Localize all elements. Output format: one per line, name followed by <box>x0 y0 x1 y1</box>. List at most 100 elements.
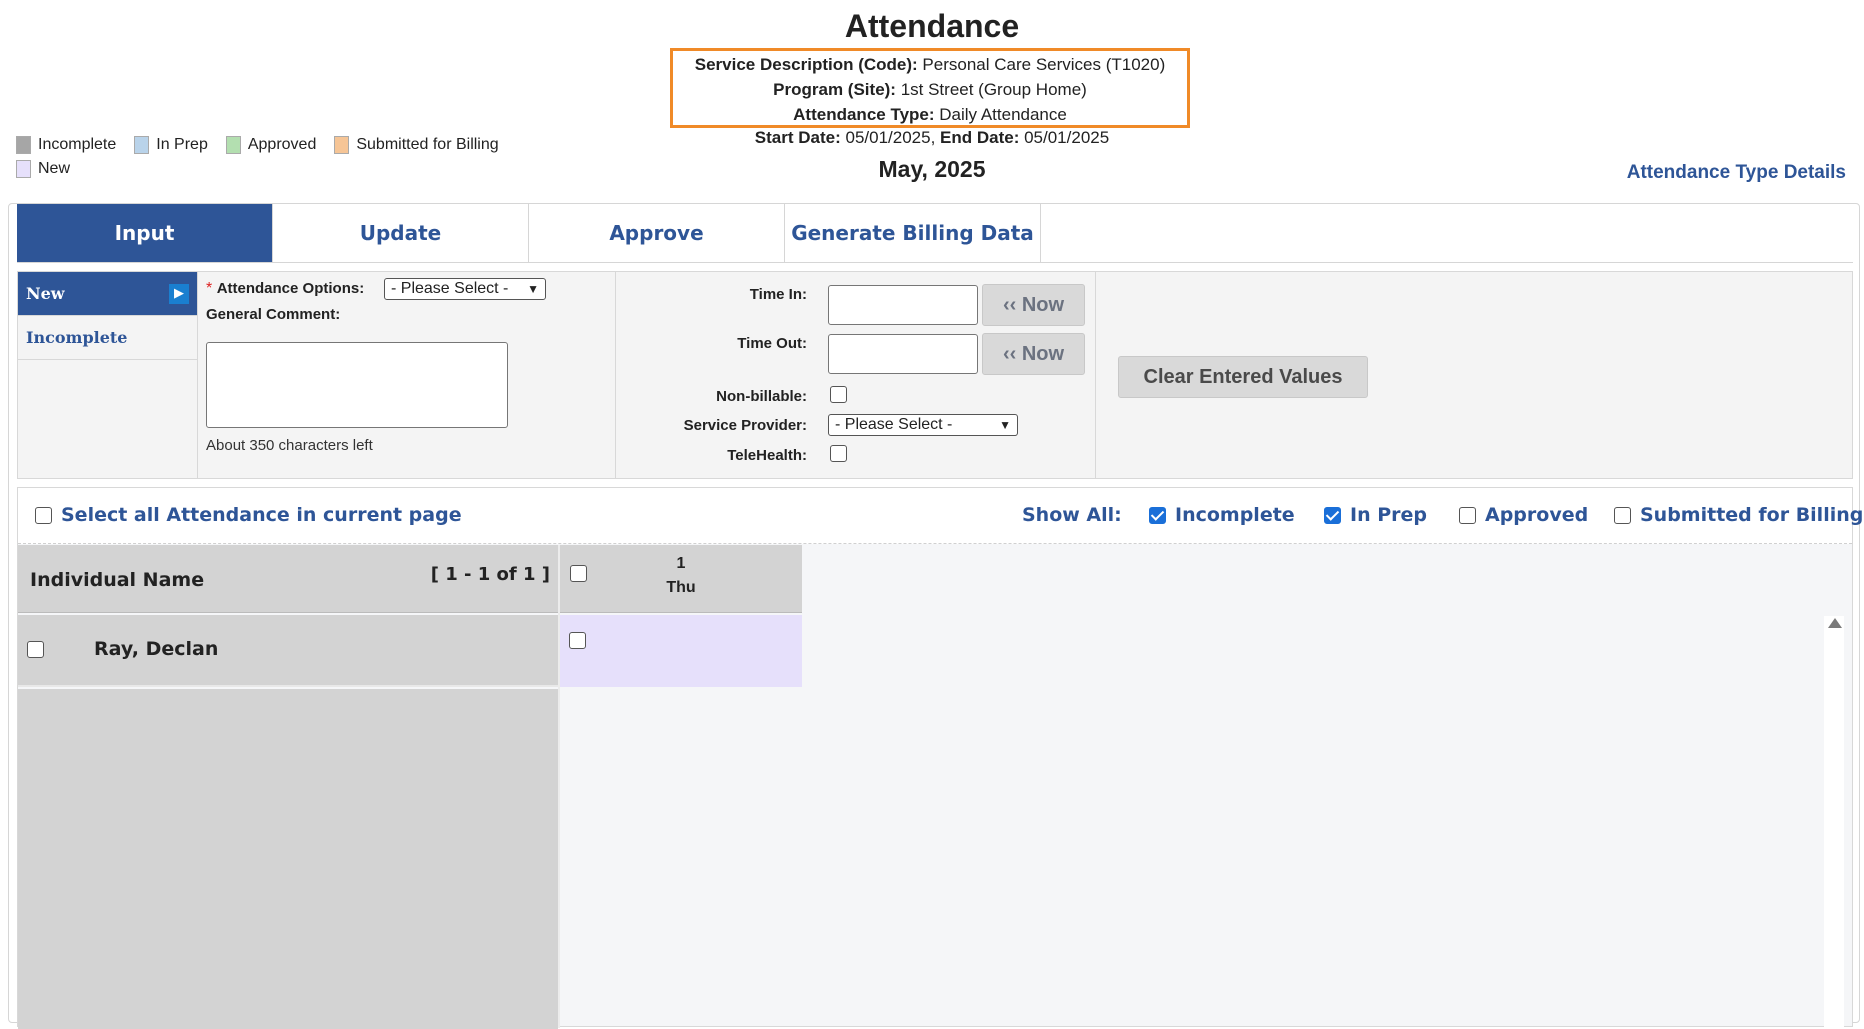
non-billable-label: Non-billable: <box>716 388 807 405</box>
general-comment-textarea[interactable] <box>206 342 508 428</box>
start-date-value: 05/01/2025, <box>840 128 941 147</box>
individual-name-header: Individual Name [ 1 - 1 of 1 ] <box>18 545 558 613</box>
vertical-scrollbar[interactable] <box>1824 616 1844 1028</box>
name-column-filler <box>18 689 558 1029</box>
chevron-down-icon: ▼ <box>527 282 539 296</box>
end-date-value: 05/01/2025 <box>1019 128 1110 147</box>
characters-left-text: About 350 characters left <box>206 437 373 454</box>
service-info-box: Service Description (Code): Personal Car… <box>670 48 1190 128</box>
time-out-input[interactable] <box>828 334 978 374</box>
subnav: New ▶ Incomplete <box>18 272 198 478</box>
legend-item-approved: Approved <box>225 136 317 154</box>
subnav-item-incomplete[interactable]: Incomplete <box>18 316 197 360</box>
column-divider <box>558 545 560 1028</box>
legend-swatch <box>334 136 350 154</box>
tab-approve[interactable]: Approve <box>529 204 785 262</box>
required-asterisk: * <box>206 280 213 297</box>
service-provider-select[interactable]: - Please Select - ▼ <box>828 414 1018 436</box>
page-title: Attendance <box>844 8 1020 44</box>
legend-swatch <box>134 136 150 154</box>
individual-name: Ray, Declan <box>94 638 219 660</box>
attendance-options-value: - Please Select - <box>391 280 509 297</box>
time-out-now-button[interactable]: ‹‹ Now <box>982 333 1085 375</box>
day-name: Thu <box>666 579 696 596</box>
legend-item-submitted: Submitted for Billing <box>334 136 499 154</box>
attendance-type-value: Daily Attendance <box>934 105 1067 124</box>
program-value: 1st Street (Group Home) <box>895 80 1087 99</box>
tab-bar: Input Update Approve Generate Billing Da… <box>17 204 1853 263</box>
attendance-options-select[interactable]: - Please Select - ▼ <box>384 278 546 300</box>
general-comment-label: General Comment: <box>206 306 341 323</box>
cell-select-checkbox[interactable] <box>569 632 586 649</box>
table-row: Ray, Declan <box>18 615 558 687</box>
program-label: Program (Site): <box>773 80 896 99</box>
time-in-label: Time In: <box>749 286 807 303</box>
legend-label: New <box>38 160 71 177</box>
attendance-panel: Input Update Approve Generate Billing Da… <box>8 203 1863 1029</box>
legend-label: Submitted for Billing <box>356 136 499 153</box>
attendance-day-cell[interactable] <box>560 615 802 687</box>
time-in-input[interactable] <box>828 285 978 325</box>
show-all-label: Show All: <box>1022 504 1122 526</box>
filter-in-prep-label: In Prep <box>1350 504 1427 526</box>
filter-approved-label: Approved <box>1485 504 1589 526</box>
legend-item-in-prep: In Prep <box>134 136 208 154</box>
tab-input[interactable]: Input <box>17 204 273 262</box>
subnav-label: Incomplete <box>26 328 128 347</box>
time-out-label: Time Out: <box>737 335 807 352</box>
scroll-up-arrow-icon[interactable] <box>1828 618 1842 628</box>
attendance-grid-area: Select all Attendance in current page Sh… <box>17 487 1863 1029</box>
legend-row: Incomplete In Prep Approved Submitted fo… <box>16 133 517 157</box>
attendance-options-label: Attendance Options: <box>216 280 365 297</box>
attendance-type-details-link[interactable]: Attendance Type Details <box>1627 162 1846 184</box>
program-line: Program (Site): 1st Street (Group Home) <box>673 77 1187 102</box>
attendance-type-label: Attendance Type: <box>793 105 935 124</box>
chevron-down-icon: ▼ <box>999 418 1011 432</box>
telehealth-checkbox[interactable] <box>830 445 847 462</box>
filter-submitted-label: Submitted for Billing <box>1640 504 1864 526</box>
day-number: 1 <box>676 555 686 572</box>
select-all-checkbox[interactable] <box>35 507 52 524</box>
input-form-area: New ▶ Incomplete * Attendance Options: -… <box>17 271 1853 479</box>
service-provider-value: - Please Select - <box>835 416 953 433</box>
grid-toolbar: Select all Attendance in current page Sh… <box>18 488 1863 544</box>
legend-label: In Prep <box>156 136 208 153</box>
legend-swatch <box>225 136 241 154</box>
subnav-label: New <box>26 284 65 303</box>
status-legend: Incomplete In Prep Approved Submitted fo… <box>16 133 517 181</box>
filter-incomplete-checkbox[interactable] <box>1149 507 1166 524</box>
select-all-label: Select all Attendance in current page <box>61 504 462 526</box>
clear-entered-values-button[interactable]: Clear Entered Values <box>1118 356 1368 398</box>
legend-swatch <box>16 160 31 178</box>
non-billable-checkbox[interactable] <box>830 386 847 403</box>
legend-label: Incomplete <box>38 136 117 153</box>
tab-generate-billing-data[interactable]: Generate Billing Data <box>785 204 1041 262</box>
filter-incomplete-label: Incomplete <box>1175 504 1295 526</box>
legend-item-incomplete: Incomplete <box>16 136 116 154</box>
legend-swatch <box>16 136 31 154</box>
comment-column: * Attendance Options: - Please Select - … <box>206 272 616 478</box>
time-in-now-button[interactable]: ‹‹ Now <box>982 284 1085 326</box>
day-column-header[interactable]: 1 Thu <box>560 545 802 613</box>
legend-item-new: New <box>16 160 70 178</box>
paging-indicator: [ 1 - 1 of 1 ] <box>430 564 550 585</box>
service-provider-label: Service Provider: <box>683 417 807 434</box>
attendance-options-row: * Attendance Options: <box>206 280 364 298</box>
filter-submitted-checkbox[interactable] <box>1614 507 1631 524</box>
individual-name-header-label: Individual Name <box>30 569 205 591</box>
end-date-label: End Date: <box>940 128 1020 147</box>
row-select-checkbox[interactable] <box>27 641 44 658</box>
telehealth-label: TeleHealth: <box>727 447 807 464</box>
legend-row: New <box>16 157 517 181</box>
time-column: Time In: ‹‹ Now Time Out: ‹‹ Now Non-bil… <box>616 272 1096 478</box>
tab-update[interactable]: Update <box>273 204 529 262</box>
filter-in-prep-checkbox[interactable] <box>1324 507 1341 524</box>
play-arrow-icon: ▶ <box>169 283 189 304</box>
service-description-line: Service Description (Code): Personal Car… <box>673 52 1187 77</box>
subnav-item-new[interactable]: New ▶ <box>18 272 197 316</box>
legend-label: Approved <box>247 136 317 153</box>
attendance-type-line: Attendance Type: Daily Attendance <box>673 102 1187 127</box>
filter-approved-checkbox[interactable] <box>1459 507 1476 524</box>
service-description-value: Personal Care Services (T1020) <box>917 55 1166 74</box>
service-description-label: Service Description (Code): <box>694 55 918 74</box>
